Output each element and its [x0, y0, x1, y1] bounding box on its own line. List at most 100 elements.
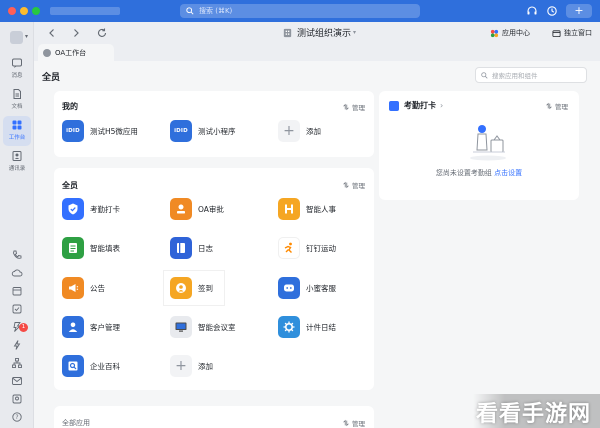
sidebar-item-label: 通讯录: [8, 166, 26, 172]
org-title[interactable]: 测试组织演示 ▾: [282, 26, 356, 39]
app-piecework[interactable]: 计件日结: [278, 316, 336, 338]
app-announcement[interactable]: 公告: [62, 277, 105, 299]
search-icon: [481, 71, 488, 79]
sort-icon: [343, 103, 349, 111]
my-manage-button[interactable]: 管理: [342, 102, 365, 112]
sidebar-item-contacts[interactable]: 通讯录: [3, 147, 31, 177]
my-add-app-button[interactable]: + 添加: [278, 120, 321, 142]
my-section-title: 我的: [62, 102, 78, 111]
mail-icon[interactable]: [11, 375, 23, 387]
h5-app-icon: iDID: [62, 120, 84, 142]
sort-icon: [343, 419, 349, 427]
all-apps-list-card: [54, 406, 374, 428]
org-title-text: 测试组织演示: [297, 29, 352, 39]
sidebar: ▾ 消息 文档 工作台 通讯录 1 ?: [0, 22, 34, 428]
window-icon: [552, 29, 561, 37]
close-window-button[interactable]: [8, 7, 16, 15]
app-search-input[interactable]: 搜索应用和组件: [475, 67, 587, 83]
tab-oa-workbench[interactable]: OA工作台: [38, 44, 114, 61]
attendance-empty-message: 您尚未设置考勤组 点击设置: [435, 169, 523, 177]
all-add-app-button[interactable]: + 添加: [170, 355, 213, 377]
attendance-widget-title[interactable]: 考勤打卡 ›: [389, 100, 443, 111]
blurred-app-title: [50, 7, 120, 15]
title-bar: 搜索 (⌘K) +: [0, 0, 600, 22]
calendar-icon[interactable]: [11, 285, 23, 297]
app-oa-approval[interactable]: OA审批: [170, 198, 224, 220]
setup-attendance-link[interactable]: 点击设置: [494, 169, 522, 177]
chevron-down-icon[interactable]: ▾: [25, 33, 28, 40]
app-test-miniprogram[interactable]: iDID 测试小程序: [170, 120, 236, 142]
independent-window-button[interactable]: 独立窗口: [552, 28, 592, 38]
app-smart-form[interactable]: 智能填表: [62, 237, 120, 259]
sidebar-item-workbench[interactable]: 工作台: [3, 116, 31, 146]
meeting-room-icon: [170, 316, 192, 338]
message-icon: [12, 58, 22, 68]
building-icon: [283, 28, 292, 38]
app-test-h5[interactable]: iDID 测试H5微应用: [62, 120, 138, 142]
app-customer-management[interactable]: 客户管理: [62, 316, 120, 338]
app-log[interactable]: 日志: [170, 237, 213, 259]
create-button[interactable]: +: [566, 4, 592, 18]
sidebar-item-label: 工作台: [8, 135, 26, 141]
hr-icon: [278, 198, 300, 220]
watermark-text: 看看手游网: [476, 402, 592, 427]
help-icon[interactable]: ?: [11, 411, 23, 423]
app-meeting-room[interactable]: 智能会议室: [170, 316, 236, 338]
app-ding-sport[interactable]: 钉钉运动: [278, 237, 336, 259]
notification-badge: 1: [19, 323, 28, 332]
app-customer-service[interactable]: 小蜜客服: [278, 277, 336, 299]
contacts-icon: [12, 151, 22, 161]
plus-icon: +: [170, 355, 192, 377]
attendance-manage-button[interactable]: 管理: [545, 101, 568, 111]
app-smart-hr[interactable]: 智能人事: [278, 198, 336, 220]
phone-icon[interactable]: [11, 249, 23, 261]
customer-icon: [62, 316, 84, 338]
miniprogram-icon: iDID: [170, 120, 192, 142]
history-icon[interactable]: [546, 5, 558, 17]
todo-icon[interactable]: [11, 303, 23, 315]
sidebar-item-label: 文档: [11, 104, 23, 110]
svg-text:?: ?: [15, 414, 18, 421]
sport-icon: [278, 237, 300, 259]
attendance-icon: [389, 100, 399, 111]
contact-card-icon[interactable]: [11, 393, 23, 405]
all-apps-list-title: 全部应用: [62, 419, 90, 427]
global-search-bar[interactable]: 搜索 (⌘K): [180, 4, 420, 18]
attendance-icon: [62, 198, 84, 220]
encyclopedia-icon: [62, 355, 84, 377]
minimize-window-button[interactable]: [20, 7, 28, 15]
app-checkin[interactable]: 签到: [170, 277, 213, 299]
all-manage-button[interactable]: 管理: [342, 180, 365, 190]
approval-icon: [170, 198, 192, 220]
org-chart-icon[interactable]: [11, 357, 23, 369]
announcement-icon: [62, 277, 84, 299]
flash-icon[interactable]: [11, 339, 23, 351]
refresh-icon[interactable]: [96, 27, 108, 39]
sidebar-item-messages[interactable]: 消息: [3, 54, 31, 84]
empty-state-illustration: [470, 125, 506, 161]
checkin-icon: [170, 277, 192, 299]
chevron-right-icon: ›: [440, 101, 444, 110]
form-icon: [62, 237, 84, 259]
avatar[interactable]: [10, 31, 23, 44]
headset-icon[interactable]: [526, 5, 538, 17]
sidebar-item-label: 消息: [11, 73, 23, 79]
customer-service-icon: [278, 277, 300, 299]
plus-icon: +: [278, 120, 300, 142]
log-icon: [170, 237, 192, 259]
app-encyclopedia[interactable]: 企业百科: [62, 355, 120, 377]
bottom-manage-button[interactable]: 管理: [342, 418, 365, 428]
page-title: 全员: [42, 73, 61, 83]
tab-favicon-icon: [43, 48, 51, 57]
sort-icon: [343, 181, 349, 189]
search-placeholder: 搜索 (⌘K): [199, 7, 233, 15]
piecework-icon: [278, 316, 300, 338]
forward-arrow-icon[interactable]: [70, 27, 82, 39]
app-attendance[interactable]: 考勤打卡: [62, 198, 120, 220]
sidebar-item-docs[interactable]: 文档: [3, 85, 31, 115]
back-arrow-icon[interactable]: [46, 27, 58, 39]
cloud-icon[interactable]: [11, 267, 23, 279]
maximize-window-button[interactable]: [32, 7, 40, 15]
app-center-button[interactable]: 应用中心: [490, 28, 530, 38]
all-section-title: 全员: [62, 181, 78, 190]
